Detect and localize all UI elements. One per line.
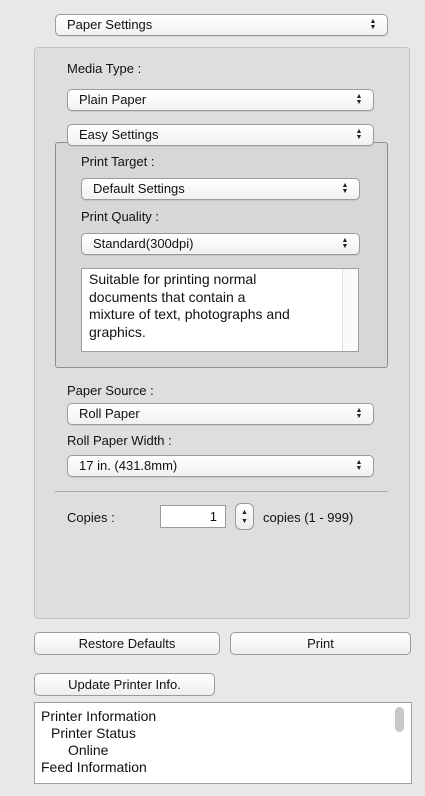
print-quality-label: Print Quality : [81, 209, 160, 224]
list-item: Printer Information [41, 708, 157, 724]
printer-info-list[interactable]: Printer Information Printer Status Onlin… [34, 702, 412, 784]
printer-info-scrollbar[interactable] [395, 707, 404, 732]
paper-source-popup[interactable]: Roll Paper ▲ ▼ [67, 403, 374, 425]
media-type-label: Media Type : [67, 61, 142, 76]
roll-paper-width-label: Roll Paper Width : [67, 433, 172, 448]
panel-selector-value: Paper Settings [67, 17, 153, 32]
easy-settings-popup[interactable]: Easy Settings ▲ ▼ [67, 124, 374, 146]
media-type-popup[interactable]: Plain Paper ▲ ▼ [67, 89, 374, 111]
popup-arrows-icon: ▲ ▼ [355, 93, 363, 106]
restore-defaults-button[interactable]: Restore Defaults [34, 632, 220, 655]
paper-source-label: Paper Source : [67, 383, 154, 398]
copies-range-label: copies (1 - 999) [263, 510, 354, 525]
panel-selector-popup[interactable]: Paper Settings ▲ ▼ [55, 14, 388, 36]
print-quality-description[interactable]: Suitable for printing normal documents t… [81, 268, 359, 352]
stepper-down-icon[interactable]: ▼ [236, 518, 253, 525]
copies-field[interactable]: 1 [160, 505, 226, 528]
paper-source-value: Roll Paper [79, 406, 140, 421]
copies-stepper[interactable]: ▲ ▼ [235, 503, 254, 530]
description-scrollbar[interactable] [342, 269, 358, 351]
copies-label: Copies : [67, 510, 115, 525]
update-printer-info-button[interactable]: Update Printer Info. [34, 673, 215, 696]
divider [55, 491, 388, 492]
print-button[interactable]: Print [230, 632, 411, 655]
description-text: Suitable for printing normal documents t… [89, 271, 290, 340]
print-target-popup[interactable]: Default Settings ▲ ▼ [81, 178, 360, 200]
popup-arrows-icon: ▲ ▼ [355, 128, 363, 141]
print-quality-value: Standard(300dpi) [93, 236, 194, 251]
print-target-value: Default Settings [93, 181, 185, 196]
print-target-label: Print Target : [81, 154, 155, 169]
list-item: Printer Status [51, 725, 136, 741]
roll-paper-width-value: 17 in. (431.8mm) [79, 458, 178, 473]
popup-arrows-icon: ▲ ▼ [369, 18, 377, 31]
media-type-value: Plain Paper [79, 92, 147, 107]
print-quality-popup[interactable]: Standard(300dpi) ▲ ▼ [81, 233, 360, 255]
popup-arrows-icon: ▲ ▼ [355, 459, 363, 472]
easy-settings-value: Easy Settings [79, 127, 159, 142]
list-item: Online [68, 742, 109, 758]
popup-arrows-icon: ▲ ▼ [341, 182, 349, 195]
list-item: Feed Information [41, 759, 147, 775]
popup-arrows-icon: ▲ ▼ [355, 407, 363, 420]
stepper-up-icon[interactable]: ▲ [236, 509, 253, 516]
popup-arrows-icon: ▲ ▼ [341, 237, 349, 250]
roll-paper-width-popup[interactable]: 17 in. (431.8mm) ▲ ▼ [67, 455, 374, 477]
